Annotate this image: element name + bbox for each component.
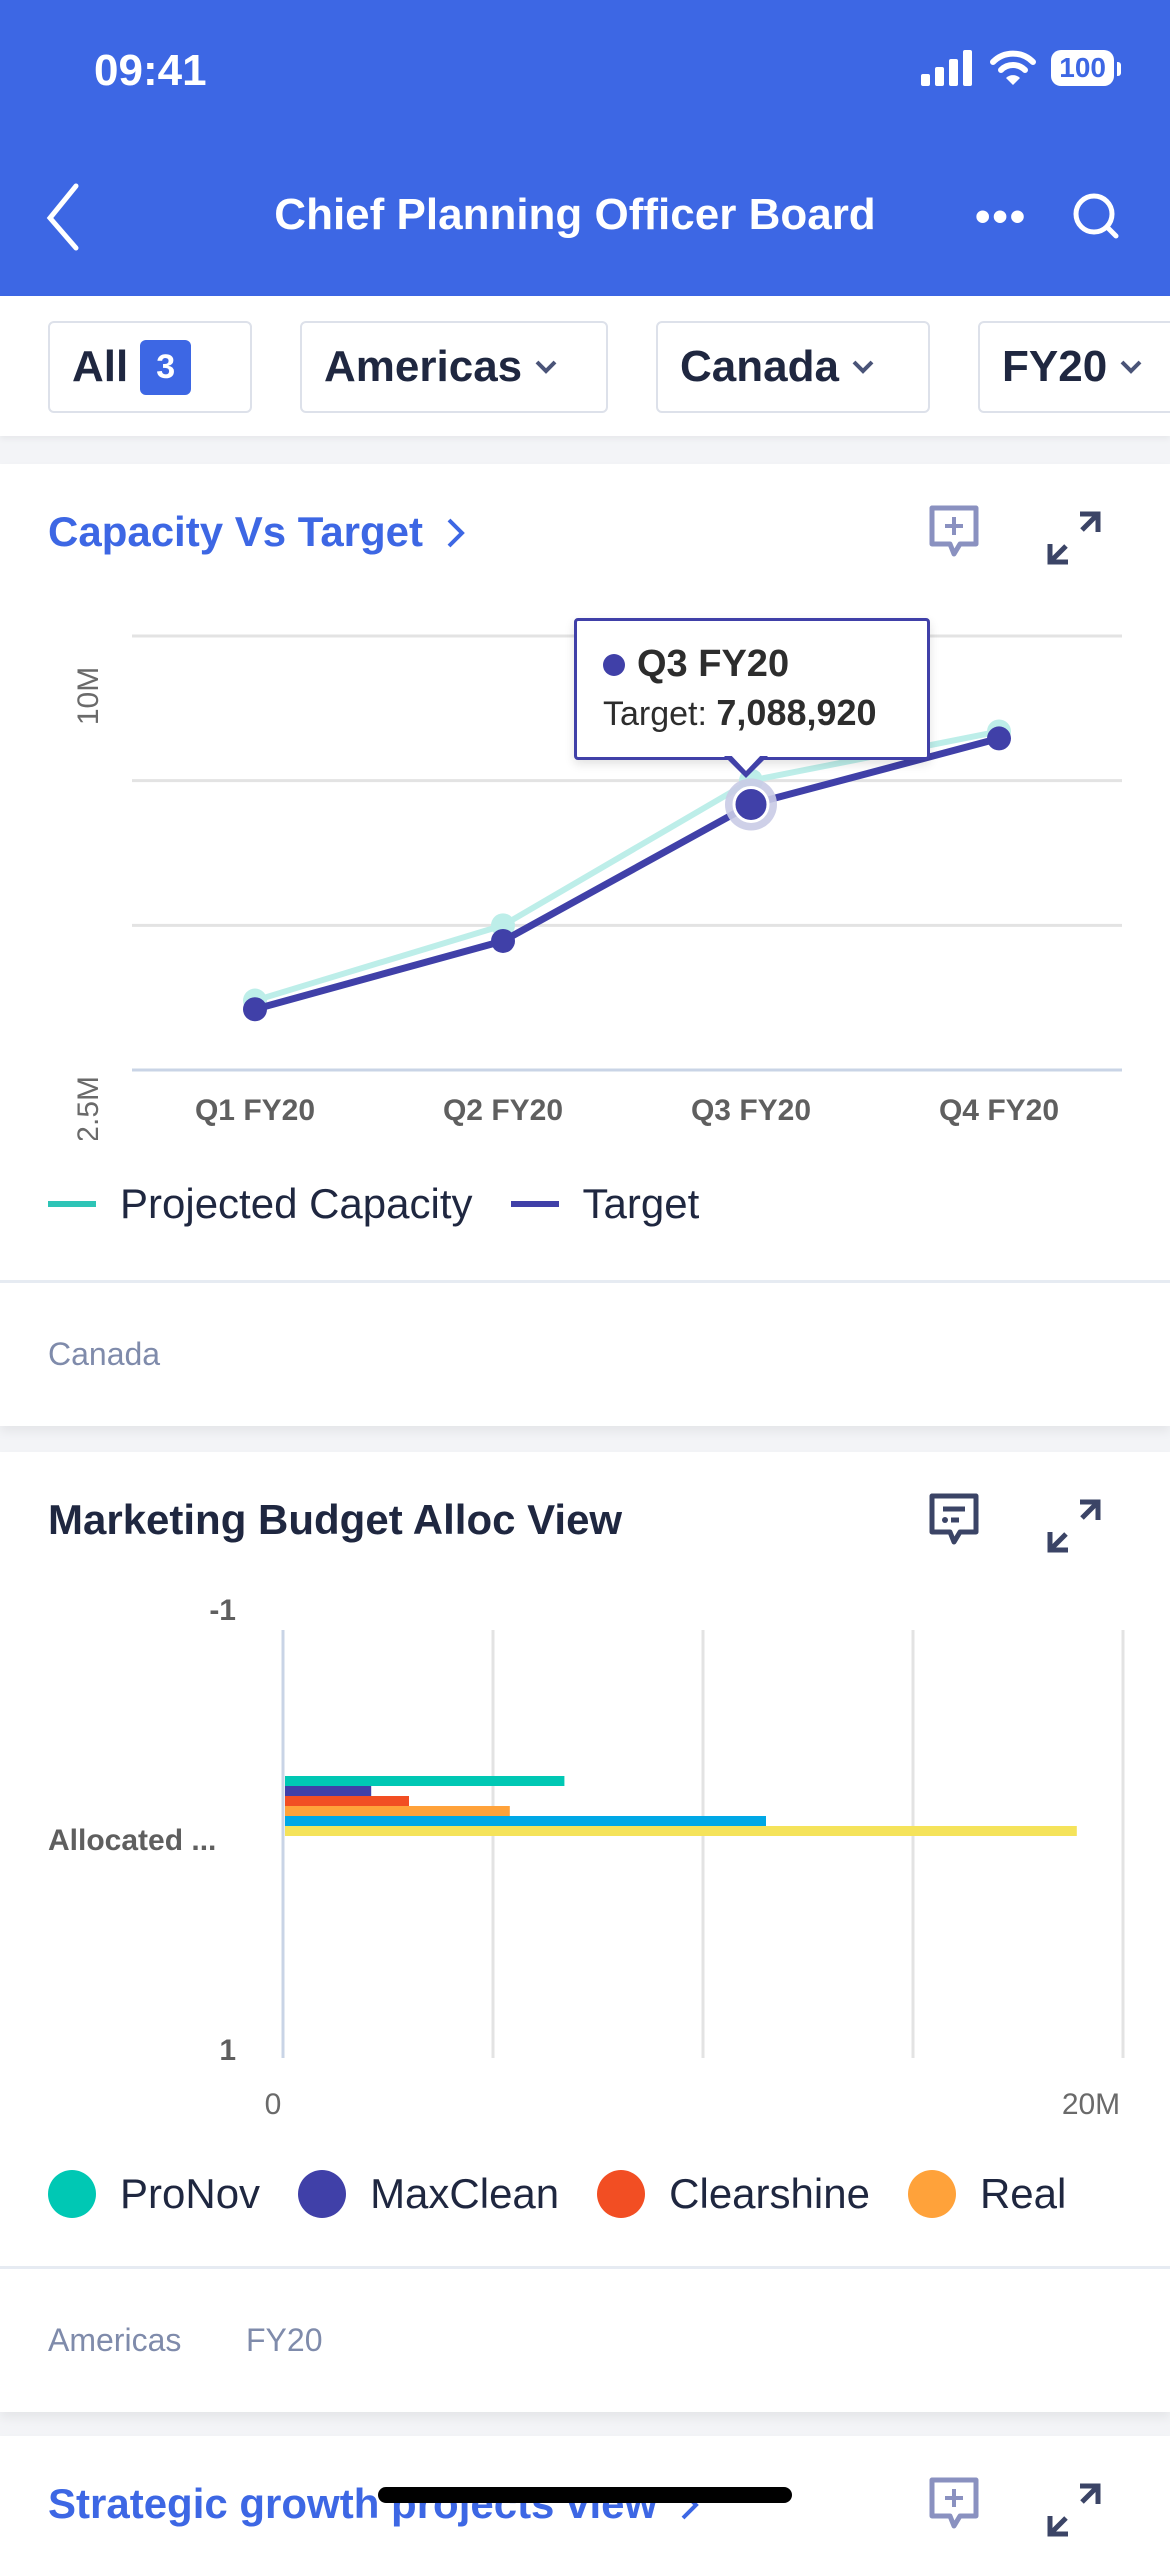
bar-maxclean bbox=[285, 1786, 372, 1796]
battery-indicator: 100 bbox=[1051, 50, 1121, 86]
legend-swatch-clearshine bbox=[597, 2170, 646, 2218]
bar-pronov bbox=[285, 1776, 565, 1786]
bar-clearshine bbox=[285, 1796, 409, 1806]
filter-region-label: Americas bbox=[324, 342, 523, 391]
filter-all-button[interactable]: All 3 bbox=[48, 321, 252, 413]
bar-series-6 bbox=[285, 1826, 1077, 1836]
more-options-icon[interactable]: ••• bbox=[975, 192, 1027, 242]
filter-bar: All 3 Americas Canada FY20 bbox=[0, 296, 1170, 436]
chart2-legend: ProNov MaxClean Clearshine Real bbox=[48, 2170, 1066, 2218]
bar-series-5 bbox=[285, 1816, 766, 1826]
card-title-text: Capacity Vs Target bbox=[48, 508, 424, 555]
search-icon[interactable] bbox=[1070, 190, 1126, 246]
filter-region-dropdown[interactable]: Americas bbox=[300, 321, 608, 413]
status-icons: 100 bbox=[921, 50, 1121, 86]
legend-label-clearshine[interactable]: Clearshine bbox=[669, 2170, 870, 2218]
filter-year-label: FY20 bbox=[1002, 342, 1108, 391]
y-tick-label: -1 bbox=[209, 1594, 236, 1627]
legend-label-projected[interactable]: Projected Capacity bbox=[120, 1180, 473, 1228]
add-comment-icon[interactable] bbox=[926, 2476, 982, 2532]
chevron-down-icon bbox=[1120, 360, 1142, 374]
tooltip-title: Q3 FY20 bbox=[637, 643, 790, 685]
status-time: 09:41 bbox=[94, 46, 207, 95]
legend-swatch-pronov bbox=[48, 2170, 96, 2218]
expand-icon[interactable] bbox=[1046, 2482, 1102, 2538]
tooltip-value: 7,088,920 bbox=[716, 692, 877, 733]
legend-label-target[interactable]: Target bbox=[583, 1180, 700, 1228]
target-point bbox=[243, 997, 267, 1022]
chevron-down-icon bbox=[852, 360, 874, 374]
legend-swatch-projected bbox=[48, 1201, 96, 1207]
target-point bbox=[491, 928, 515, 953]
card2-footer-tag-region: Americas bbox=[48, 2322, 182, 2358]
chart-tooltip: Q3 FY20 Target: 7,088,920 bbox=[574, 618, 930, 760]
home-indicator[interactable] bbox=[378, 2487, 792, 2503]
wifi-icon bbox=[990, 50, 1037, 85]
chevron-right-icon bbox=[447, 518, 465, 548]
legend-swatch-maxclean bbox=[298, 2170, 347, 2218]
y-tick-label: 2.5M bbox=[72, 1076, 105, 1140]
budget-bar-chart[interactable]: -1 1 Allocated ... 0 20M bbox=[0, 1590, 1170, 2130]
filter-count-badge: 3 bbox=[140, 339, 192, 395]
x-tick-label: Q1 FY20 bbox=[195, 1094, 315, 1127]
filter-all-label: All bbox=[72, 342, 129, 391]
legend-swatch-real bbox=[907, 2170, 956, 2218]
x-tick-label: Q3 FY20 bbox=[691, 1094, 811, 1127]
app-header: 09:41 100 Chief Planning Officer Board •… bbox=[0, 0, 1170, 296]
filter-year-dropdown[interactable]: FY20 bbox=[978, 321, 1170, 413]
x-tick-label: Q4 FY20 bbox=[939, 1094, 1059, 1127]
card2-divider bbox=[0, 2266, 1170, 2269]
tooltip-tail bbox=[724, 752, 768, 778]
expand-icon[interactable] bbox=[1046, 510, 1102, 566]
chevron-down-icon bbox=[535, 360, 557, 374]
expand-icon[interactable] bbox=[1046, 1498, 1102, 1554]
filter-country-dropdown[interactable]: Canada bbox=[656, 321, 930, 413]
bar-real bbox=[285, 1806, 510, 1816]
projected-capacity-line bbox=[254, 728, 1000, 1004]
x-tick-label: 0 bbox=[265, 2088, 282, 2121]
legend-swatch-target bbox=[510, 1201, 559, 1207]
tooltip-label: Target: bbox=[603, 695, 707, 733]
signal-icon bbox=[921, 50, 973, 86]
legend-label-maxclean[interactable]: MaxClean bbox=[370, 2170, 559, 2218]
y-tick-label: 1 bbox=[219, 2034, 236, 2067]
chart1-legend: Projected Capacity Target bbox=[48, 1180, 699, 1228]
card1-footer-tag: Canada bbox=[48, 1336, 161, 1372]
card1-divider bbox=[0, 1280, 1170, 1283]
legend-label-real[interactable]: Real bbox=[980, 2170, 1066, 2218]
filter-country-label: Canada bbox=[680, 342, 839, 391]
y-tick-label: 10M bbox=[72, 667, 105, 725]
legend-label-pronov[interactable]: ProNov bbox=[120, 2170, 260, 2218]
card-title-link[interactable]: Capacity Vs Target bbox=[48, 508, 467, 556]
card2-footer-tag-year: FY20 bbox=[246, 2322, 323, 2358]
add-comment-icon[interactable] bbox=[926, 504, 982, 560]
x-tick-label: Q2 FY20 bbox=[443, 1094, 563, 1127]
target-point bbox=[987, 726, 1011, 751]
target-point-highlighted bbox=[732, 785, 770, 823]
comments-icon[interactable] bbox=[926, 1492, 982, 1548]
category-label: Allocated ... bbox=[48, 1824, 216, 1857]
tooltip-series-dot bbox=[603, 653, 625, 676]
x-tick-label: 20M bbox=[1062, 2088, 1120, 2121]
card2-title[interactable]: Marketing Budget Alloc View bbox=[48, 1496, 622, 1544]
